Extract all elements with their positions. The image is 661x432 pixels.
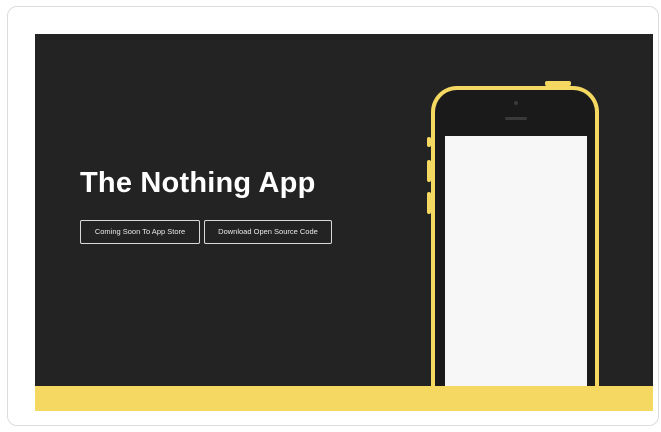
phone-earpiece xyxy=(505,117,527,120)
phone-camera xyxy=(514,101,518,105)
app-store-button[interactable]: Coming Soon To App Store xyxy=(80,220,200,244)
download-source-button[interactable]: Download Open Source Code xyxy=(204,220,332,244)
hero-section: The Nothing App Coming Soon To App Store… xyxy=(35,34,653,386)
preview-card: The Nothing App Coming Soon To App Store… xyxy=(7,6,659,426)
phone-screen xyxy=(445,136,587,386)
page-title: The Nothing App xyxy=(80,167,316,199)
accent-footer-bar xyxy=(35,386,653,411)
